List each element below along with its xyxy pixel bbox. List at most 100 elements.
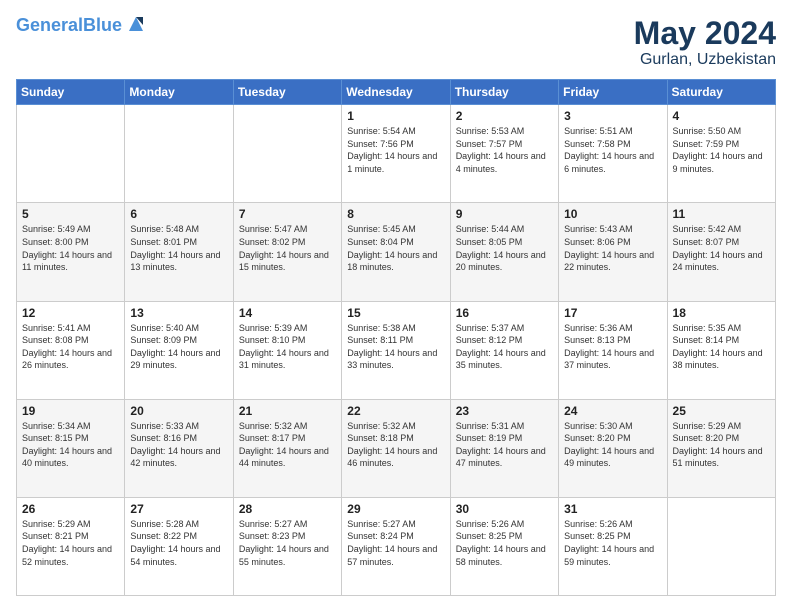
day-number: 23 [456, 404, 553, 418]
day-number: 25 [673, 404, 770, 418]
day-info: Sunrise: 5:26 AMSunset: 8:25 PMDaylight:… [456, 518, 553, 568]
table-row [17, 105, 125, 203]
logo-icon [125, 13, 147, 35]
day-info: Sunrise: 5:29 AMSunset: 8:21 PMDaylight:… [22, 518, 119, 568]
day-info: Sunrise: 5:27 AMSunset: 8:23 PMDaylight:… [239, 518, 336, 568]
table-row: 15 Sunrise: 5:38 AMSunset: 8:11 PMDayligh… [342, 301, 450, 399]
day-number: 19 [22, 404, 119, 418]
day-info: Sunrise: 5:38 AMSunset: 8:11 PMDaylight:… [347, 322, 444, 372]
day-number: 4 [673, 109, 770, 123]
day-info: Sunrise: 5:31 AMSunset: 8:19 PMDaylight:… [456, 420, 553, 470]
col-sunday: Sunday [17, 80, 125, 105]
title-block: May 2024 Gurlan, Uzbekistan [634, 16, 776, 69]
day-info: Sunrise: 5:36 AMSunset: 8:13 PMDaylight:… [564, 322, 661, 372]
calendar-week-row: 5Sunrise: 5:49 AMSunset: 8:00 PMDaylight… [17, 203, 776, 301]
day-info: Sunrise: 5:26 AMSunset: 8:25 PMDaylight:… [564, 518, 661, 568]
col-tuesday: Tuesday [233, 80, 341, 105]
calendar-week-row: 1Sunrise: 5:54 AMSunset: 7:56 PMDaylight… [17, 105, 776, 203]
day-info: Sunrise: 5:41 AMSunset: 8:08 PMDaylight:… [22, 322, 119, 372]
day-info: Sunrise: 5:34 AMSunset: 8:15 PMDaylight:… [22, 420, 119, 470]
table-row: 20 Sunrise: 5:33 AMSunset: 8:16 PMDayligh… [125, 399, 233, 497]
table-row: 28Sunrise: 5:27 AMSunset: 8:23 PMDayligh… [233, 497, 341, 595]
table-row: 18 Sunrise: 5:35 AMSunset: 8:14 PMDayligh… [667, 301, 775, 399]
table-row [233, 105, 341, 203]
table-row [667, 497, 775, 595]
day-number: 26 [22, 502, 119, 516]
day-number: 22 [347, 404, 444, 418]
table-row: 13Sunrise: 5:40 AMSunset: 8:09 PMDayligh… [125, 301, 233, 399]
day-number: 31 [564, 502, 661, 516]
day-number: 3 [564, 109, 661, 123]
table-row: 8 Sunrise: 5:45 AMSunset: 8:04 PMDaylight… [342, 203, 450, 301]
day-number: 20 [130, 404, 227, 418]
table-row: 24Sunrise: 5:30 AMSunset: 8:20 PMDayligh… [559, 399, 667, 497]
table-row: 30 Sunrise: 5:26 AMSunset: 8:25 PMDayligh… [450, 497, 558, 595]
table-row: 14Sunrise: 5:39 AMSunset: 8:10 PMDayligh… [233, 301, 341, 399]
table-row: 21 Sunrise: 5:32 AMSunset: 8:17 PMDayligh… [233, 399, 341, 497]
day-info: Sunrise: 5:33 AMSunset: 8:16 PMDaylight:… [130, 420, 227, 470]
day-number: 29 [347, 502, 444, 516]
calendar-week-row: 26 Sunrise: 5:29 AMSunset: 8:21 PMDayligh… [17, 497, 776, 595]
table-row: 3 Sunrise: 5:51 AMSunset: 7:58 PMDaylight… [559, 105, 667, 203]
col-saturday: Saturday [667, 80, 775, 105]
col-wednesday: Wednesday [342, 80, 450, 105]
day-info: Sunrise: 5:51 AMSunset: 7:58 PMDaylight:… [564, 125, 661, 175]
table-row: 7 Sunrise: 5:47 AMSunset: 8:02 PMDaylight… [233, 203, 341, 301]
day-info: Sunrise: 5:44 AMSunset: 8:05 PMDaylight:… [456, 223, 553, 273]
logo: GeneralBlue [16, 16, 147, 36]
day-info: Sunrise: 5:49 AMSunset: 8:00 PMDaylight:… [22, 223, 119, 273]
location: Gurlan, Uzbekistan [634, 51, 776, 69]
day-info: Sunrise: 5:29 AMSunset: 8:20 PMDaylight:… [673, 420, 770, 470]
table-row: 4 Sunrise: 5:50 AMSunset: 7:59 PMDaylight… [667, 105, 775, 203]
page: GeneralBlue May 2024 Gurlan, Uzbekistan … [0, 0, 792, 612]
day-info: Sunrise: 5:48 AMSunset: 8:01 PMDaylight:… [130, 223, 227, 273]
day-number: 10 [564, 207, 661, 221]
day-number: 15 [347, 306, 444, 320]
day-info: Sunrise: 5:40 AMSunset: 8:09 PMDaylight:… [130, 322, 227, 372]
day-number: 6 [130, 207, 227, 221]
day-info: Sunrise: 5:37 AMSunset: 8:12 PMDaylight:… [456, 322, 553, 372]
day-number: 16 [456, 306, 553, 320]
day-number: 1 [347, 109, 444, 123]
col-thursday: Thursday [450, 80, 558, 105]
col-friday: Friday [559, 80, 667, 105]
calendar-header-row: Sunday Monday Tuesday Wednesday Thursday… [17, 80, 776, 105]
day-number: 27 [130, 502, 227, 516]
day-info: Sunrise: 5:32 AMSunset: 8:18 PMDaylight:… [347, 420, 444, 470]
col-monday: Monday [125, 80, 233, 105]
day-number: 2 [456, 109, 553, 123]
day-info: Sunrise: 5:50 AMSunset: 7:59 PMDaylight:… [673, 125, 770, 175]
day-number: 11 [673, 207, 770, 221]
day-info: Sunrise: 5:45 AMSunset: 8:04 PMDaylight:… [347, 223, 444, 273]
day-info: Sunrise: 5:32 AMSunset: 8:17 PMDaylight:… [239, 420, 336, 470]
day-number: 30 [456, 502, 553, 516]
table-row: 25 Sunrise: 5:29 AMSunset: 8:20 PMDayligh… [667, 399, 775, 497]
day-info: Sunrise: 5:42 AMSunset: 8:07 PMDaylight:… [673, 223, 770, 273]
table-row: 26 Sunrise: 5:29 AMSunset: 8:21 PMDayligh… [17, 497, 125, 595]
table-row [125, 105, 233, 203]
day-number: 18 [673, 306, 770, 320]
day-info: Sunrise: 5:47 AMSunset: 8:02 PMDaylight:… [239, 223, 336, 273]
day-number: 21 [239, 404, 336, 418]
table-row: 22 Sunrise: 5:32 AMSunset: 8:18 PMDayligh… [342, 399, 450, 497]
day-info: Sunrise: 5:43 AMSunset: 8:06 PMDaylight:… [564, 223, 661, 273]
table-row: 16 Sunrise: 5:37 AMSunset: 8:12 PMDayligh… [450, 301, 558, 399]
day-info: Sunrise: 5:35 AMSunset: 8:14 PMDaylight:… [673, 322, 770, 372]
calendar-week-row: 19 Sunrise: 5:34 AMSunset: 8:15 PMDayligh… [17, 399, 776, 497]
day-number: 7 [239, 207, 336, 221]
table-row: 12 Sunrise: 5:41 AMSunset: 8:08 PMDayligh… [17, 301, 125, 399]
day-info: Sunrise: 5:39 AMSunset: 8:10 PMDaylight:… [239, 322, 336, 372]
table-row: 1Sunrise: 5:54 AMSunset: 7:56 PMDaylight… [342, 105, 450, 203]
month-year: May 2024 [634, 16, 776, 51]
day-number: 24 [564, 404, 661, 418]
day-number: 17 [564, 306, 661, 320]
table-row: 17 Sunrise: 5:36 AMSunset: 8:13 PMDayligh… [559, 301, 667, 399]
table-row: 29 Sunrise: 5:27 AMSunset: 8:24 PMDayligh… [342, 497, 450, 595]
table-row: 11 Sunrise: 5:42 AMSunset: 8:07 PMDayligh… [667, 203, 775, 301]
day-info: Sunrise: 5:27 AMSunset: 8:24 PMDaylight:… [347, 518, 444, 568]
day-info: Sunrise: 5:28 AMSunset: 8:22 PMDaylight:… [130, 518, 227, 568]
table-row: 2Sunrise: 5:53 AMSunset: 7:57 PMDaylight… [450, 105, 558, 203]
table-row: 10 Sunrise: 5:43 AMSunset: 8:06 PMDayligh… [559, 203, 667, 301]
day-number: 8 [347, 207, 444, 221]
day-number: 12 [22, 306, 119, 320]
